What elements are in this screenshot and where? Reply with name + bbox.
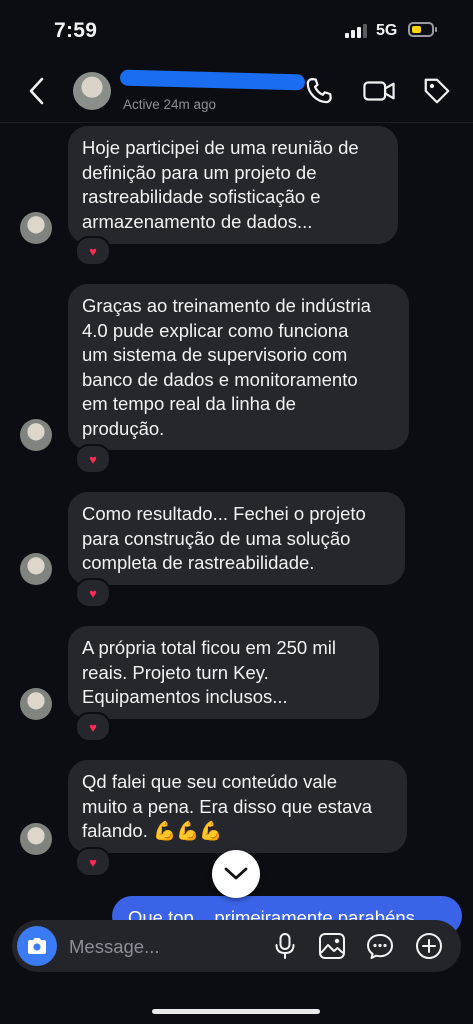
- message-input[interactable]: [67, 933, 266, 961]
- presence-status: Active 24m ago: [123, 97, 217, 112]
- sender-avatar[interactable]: [20, 553, 52, 585]
- camera-icon: [28, 938, 46, 954]
- contact-name-redacted[interactable]: [119, 69, 306, 91]
- sender-avatar[interactable]: [20, 688, 52, 720]
- chevron-down-icon: [224, 867, 248, 880]
- network-type: 5G: [376, 22, 398, 39]
- message-bubble[interactable]: A própria total ficou em 250 mil reais. …: [68, 626, 379, 719]
- heart-reaction[interactable]: ♥: [75, 236, 111, 266]
- message-bubble[interactable]: Como resultado... Fechei o projeto para …: [68, 492, 405, 585]
- sender-avatar[interactable]: [20, 419, 52, 451]
- message-composer: [12, 920, 461, 972]
- signal-icon: [345, 24, 367, 38]
- tag-icon[interactable]: [422, 76, 452, 106]
- sender-avatar[interactable]: [20, 823, 52, 855]
- plus-icon[interactable]: [415, 932, 443, 960]
- message-bubble[interactable]: Qd falei que seu conteúdo vale muito a p…: [68, 760, 407, 853]
- camera-button[interactable]: [17, 926, 57, 966]
- status-time: 7:59: [54, 19, 98, 42]
- contact-avatar[interactable]: [73, 72, 111, 110]
- sticker-icon[interactable]: [366, 932, 394, 960]
- home-indicator[interactable]: [152, 1009, 320, 1014]
- back-arrow-icon[interactable]: [26, 76, 48, 106]
- phone-icon[interactable]: [304, 76, 334, 106]
- battery-icon: [408, 22, 437, 37]
- heart-reaction[interactable]: ♥: [75, 712, 111, 742]
- message-bubble[interactable]: Hoje participei de uma reunião de defini…: [68, 126, 398, 244]
- heart-reaction[interactable]: ♥: [75, 847, 111, 877]
- video-camera-icon[interactable]: [362, 76, 396, 106]
- image-icon[interactable]: [318, 932, 346, 960]
- heart-reaction[interactable]: ♥: [75, 578, 111, 608]
- scroll-to-bottom-button[interactable]: [212, 850, 260, 898]
- chat-header: Active 24m ago: [0, 60, 473, 123]
- microphone-icon[interactable]: [274, 932, 296, 960]
- status-bar: 7:59 5G: [0, 0, 473, 60]
- sender-avatar[interactable]: [20, 212, 52, 244]
- message-bubble[interactable]: Graças ao treinamento de indústria 4.0 p…: [68, 284, 409, 450]
- heart-reaction[interactable]: ♥: [75, 444, 111, 474]
